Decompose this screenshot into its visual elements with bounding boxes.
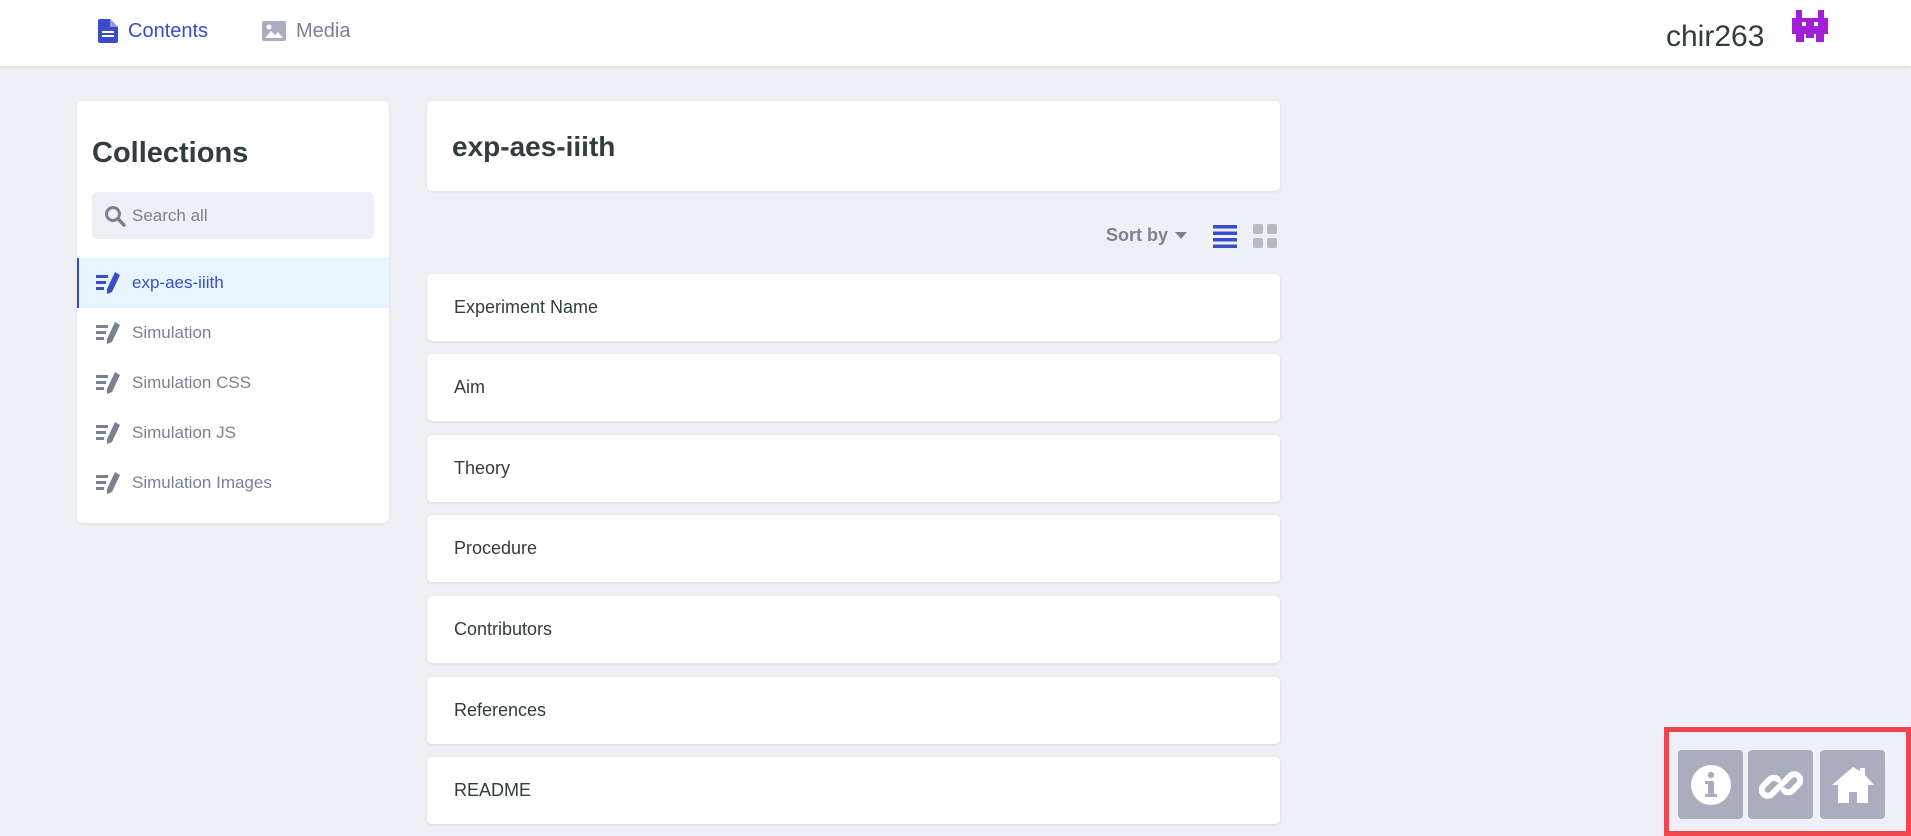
sidebar-item-simulation-css[interactable]: Simulation CSS [77,358,389,408]
sidebar-item-label: Simulation CSS [132,373,252,392]
sidebar-item-label: exp-aes-iiith [132,273,224,292]
entry-card[interactable]: Contributors [427,596,1280,663]
list-view-icon[interactable] [1213,224,1237,248]
entry-card[interactable]: Aim [427,354,1280,421]
info-button[interactable] [1678,750,1743,819]
entry-label: References [454,700,547,720]
sidebar-item-label: Simulation JS [132,423,236,442]
collection-icon [96,422,120,444]
nav-contents-label: Contents [128,19,209,42]
search-box[interactable] [92,192,374,239]
chevron-down-icon [1175,232,1188,239]
home-icon [1831,766,1874,803]
collection-header: exp-aes-iiith [427,101,1280,191]
entry-label: Experiment Name [454,297,599,317]
entry-card[interactable]: README [427,757,1280,824]
collection-icon [96,472,120,494]
sidebar-item-label: Simulation [132,323,212,342]
entry-label: Theory [454,458,511,478]
document-icon [98,19,118,43]
entry-label: README [454,780,532,800]
search-input[interactable] [132,205,362,226]
nav-contents[interactable]: Contents [98,17,208,45]
image-icon [262,21,286,41]
avatar[interactable] [1790,10,1830,46]
info-icon [1690,764,1731,805]
search-icon [105,205,126,227]
collection-icon [96,322,120,344]
entry-label: Aim [454,377,485,397]
entry-label: Procedure [454,538,538,558]
sidebar-item-simulation-images[interactable]: Simulation Images [77,458,389,508]
top-bar: Contents Media chir263 [0,0,1911,66]
page-title: exp-aes-iiith [452,131,616,162]
nav-media-label: Media [296,19,351,42]
sidebar-title: Collections [92,137,249,169]
username[interactable]: chir263 [1666,20,1764,54]
link-button[interactable] [1748,750,1813,819]
sidebar-item-exp-aes-iiith[interactable]: exp-aes-iiith [77,258,389,308]
nav-media[interactable]: Media [262,17,350,45]
entry-card[interactable]: Experiment Name [427,274,1280,341]
sidebar-item-simulation-js[interactable]: Simulation JS [77,408,389,458]
sidebar-item-simulation[interactable]: Simulation [77,308,389,358]
entry-label: Contributors [454,619,553,639]
entry-card[interactable]: Procedure [427,515,1280,582]
sidebar-item-label: Simulation Images [132,473,272,492]
entry-card[interactable]: Theory [427,435,1280,502]
entry-card[interactable]: References [427,677,1280,744]
sort-by-label: Sort by [1106,225,1169,245]
grid-view-icon[interactable] [1253,224,1277,248]
collections-sidebar: Collections exp-aes-iiith Simulation [77,101,389,523]
home-button[interactable] [1820,750,1885,819]
sort-by-dropdown[interactable]: Sort by [1106,225,1188,246]
link-icon [1758,770,1803,799]
collection-icon [96,372,120,394]
collection-icon [96,272,120,294]
